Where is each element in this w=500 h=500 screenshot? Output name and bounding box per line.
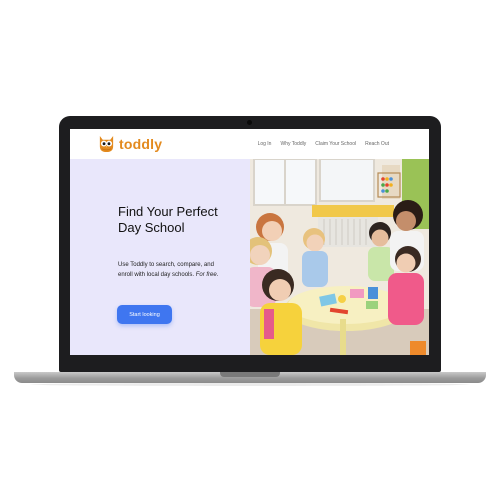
main-nav: Log In Why Toddly Claim Your School Reac… [258, 129, 389, 159]
owl-icon [99, 135, 114, 153]
laptop-shadow [30, 383, 470, 386]
nav-why-toddly[interactable]: Why Toddly [280, 141, 306, 147]
hero-subtitle-emphasis: For free. [195, 272, 219, 278]
hero-title: Find Your Perfect Day School [118, 204, 218, 235]
classroom-children-photo [250, 159, 429, 355]
nav-reach-out[interactable]: Reach Out [365, 141, 389, 147]
brand-logo-link[interactable]: toddly [97, 135, 162, 153]
hero-subtitle: Use Toddly to search, compare, and enrol… [118, 260, 228, 280]
laptop-notch [220, 372, 280, 377]
nav-claim-your-school[interactable]: Claim Your School [315, 141, 356, 147]
site-header: toddly Log In Why Toddly Claim Your Scho… [70, 129, 429, 159]
brand-name: toddly [119, 136, 163, 152]
start-looking-button[interactable]: Start looking [117, 305, 172, 324]
hero-panel: Find Your Perfect Day School Use Toddly … [70, 159, 250, 355]
webcam-icon [247, 120, 252, 125]
laptop-screen: toddly Log In Why Toddly Claim Your Scho… [70, 129, 429, 355]
nav-log-in[interactable]: Log In [258, 141, 272, 147]
